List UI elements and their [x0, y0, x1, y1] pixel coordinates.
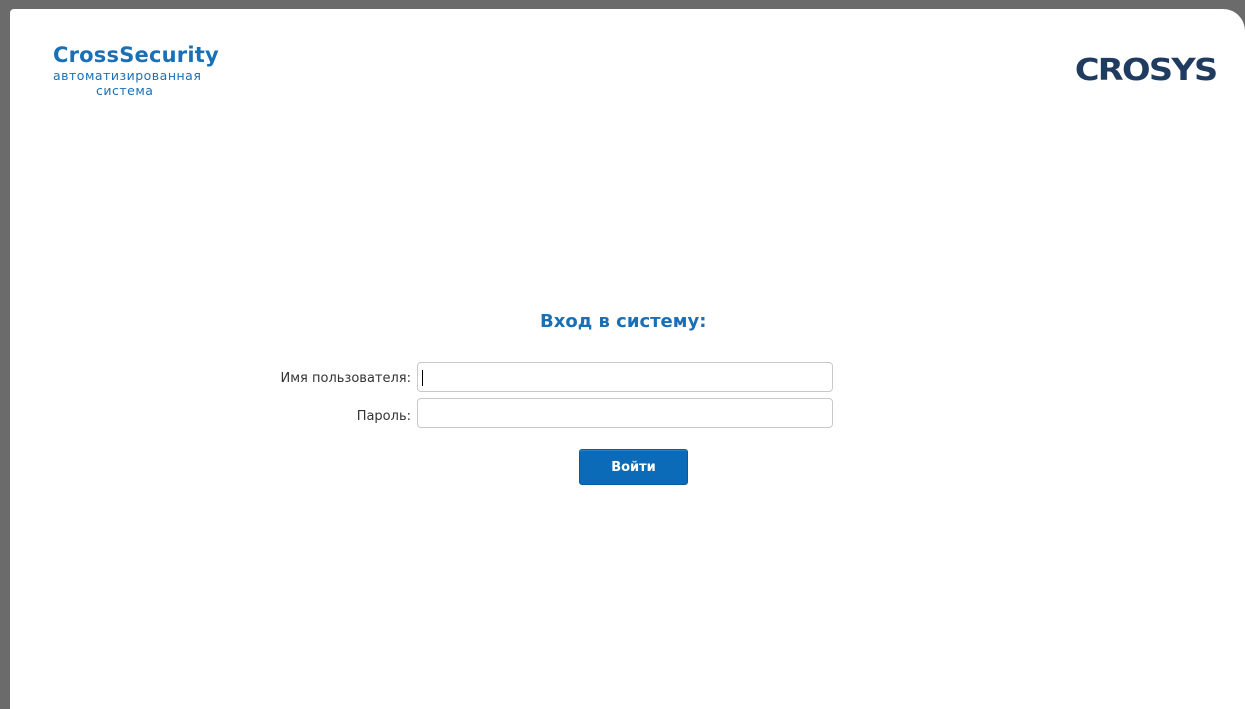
brand-subtitle-line1: автоматизированная	[53, 68, 202, 83]
brand-subtitle-line2: система	[96, 83, 154, 98]
brand-block: CrossSecurity автоматизированная система	[53, 43, 219, 98]
crosys-logo: CROSYS	[1075, 53, 1218, 88]
password-input[interactable]	[417, 398, 833, 428]
password-label: Пароль:	[356, 409, 411, 424]
login-title: Вход в систему:	[540, 311, 707, 332]
username-label: Имя пользователя:	[280, 371, 411, 386]
login-window: CrossSecurity автоматизированная система…	[10, 9, 1245, 709]
brand-title: CrossSecurity	[53, 43, 219, 67]
text-caret	[422, 370, 423, 386]
username-input[interactable]	[417, 362, 833, 392]
login-button[interactable]: Войти	[579, 449, 688, 485]
